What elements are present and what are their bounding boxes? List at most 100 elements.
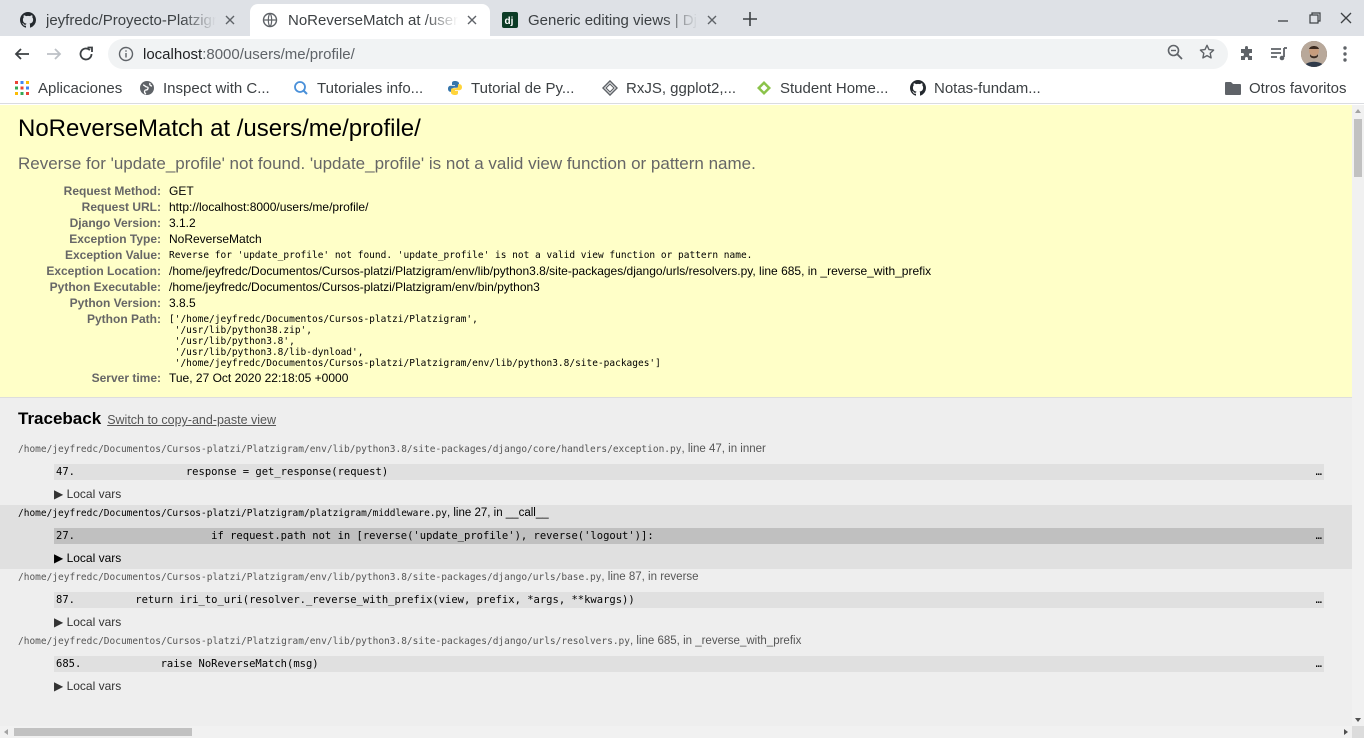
scrollbar-corner — [1352, 726, 1364, 738]
expand-context-ellipsis[interactable]: … — [1316, 658, 1324, 670]
traceback-header: Traceback Switch to copy-and-paste view — [18, 409, 1334, 429]
bookmark-notas[interactable]: Notas-fundam... — [910, 76, 1041, 100]
frame-file: /home/jeyfredc/Documentos/Cursos-platzi/… — [18, 572, 602, 583]
info-icon[interactable] — [118, 46, 134, 62]
local-vars-toggle[interactable]: ▶ Local vars — [54, 480, 1334, 505]
zoom-icon[interactable] — [1165, 42, 1185, 62]
bookmark-other-favorites[interactable]: Otros favoritos — [1225, 76, 1347, 100]
line-number: 87. — [56, 594, 75, 606]
arrow-left-icon — [14, 48, 29, 60]
new-tab-button[interactable] — [738, 7, 762, 31]
tab-title: jeyfredc/Proyecto-Platzigram — [46, 11, 216, 29]
address-bar[interactable]: localhost:8000/users/me/profile/ — [108, 39, 1228, 69]
triangle-right-icon: ▶ — [54, 551, 67, 565]
python-path-value: ['/home/jeyfredc/Documentos/Cursos-platz… — [169, 314, 661, 369]
meta-label: Exception Location: — [46, 264, 161, 278]
traceback-frame: /home/jeyfredc/Documentos/Cursos-platzi/… — [0, 633, 1352, 697]
frame-location: /home/jeyfredc/Documentos/Cursos-platzi/… — [18, 505, 1334, 523]
bookmark-rxjs[interactable]: RxJS, ggplot2,... — [602, 76, 736, 100]
meta-row: Request URL: http://localhost:8000/users/… — [19, 199, 931, 215]
context-line[interactable]: 685. raise NoReverseMatch(msg)… — [54, 656, 1324, 672]
bookmark-aplicaciones[interactable]: Aplicaciones — [14, 76, 122, 100]
page-title: NoReverseMatch at /users/me/profile/ — [18, 115, 421, 142]
forward-button[interactable] — [40, 40, 68, 68]
github-icon — [20, 12, 36, 28]
traceback-section: Traceback Switch to copy-and-paste view … — [0, 398, 1352, 717]
expand-context-ellipsis[interactable]: … — [1316, 530, 1324, 542]
meta-value: http://localhost:8000/users/me/profile/ — [169, 200, 369, 214]
bookmark-label: Notas-fundam... — [934, 79, 1041, 97]
reload-icon — [79, 46, 93, 61]
frame-where: , line 27, in __call__ — [446, 507, 549, 519]
bookmark-inspect[interactable]: Inspect with C... — [139, 76, 270, 100]
globe-icon — [262, 12, 278, 28]
local-vars-label: Local vars — [66, 487, 122, 501]
request-meta-table: Request Method: GET Request URL: http://lo… — [19, 183, 931, 386]
page-viewport[interactable]: NoReverseMatch at /users/me/profile/ Rev… — [0, 105, 1352, 726]
tab-strip: jeyfredc/Proyecto-Platzigram NoReverseMa… — [0, 0, 1364, 36]
scroll-right-arrow-icon[interactable] — [1344, 729, 1348, 735]
traceback-frame-user: /home/jeyfredc/Documentos/Cursos-platzi/… — [0, 505, 1352, 569]
maximize-button[interactable] — [1303, 6, 1327, 30]
scroll-left-arrow-icon[interactable] — [4, 729, 8, 735]
traceback-frame: /home/jeyfredc/Documentos/Cursos-platzi/… — [0, 569, 1352, 633]
local-vars-toggle[interactable]: ▶ Local vars — [54, 544, 1334, 569]
bookmark-label: Aplicaciones — [38, 79, 123, 97]
back-button[interactable] — [8, 40, 36, 68]
switch-view-link[interactable]: Switch to copy-and-paste view — [107, 413, 276, 427]
tab-django-docs[interactable]: dj Generic editing views | Django — [490, 4, 730, 36]
bookmark-label: Otros favoritos — [1249, 79, 1347, 97]
reload-button[interactable] — [72, 40, 100, 68]
expand-context-ellipsis[interactable]: … — [1316, 594, 1324, 606]
meta-value: /home/jeyfredc/Documentos/Cursos-platzi/… — [169, 280, 540, 294]
meta-row: Python Path: ['/home/jeyfredc/Documentos/… — [19, 311, 931, 370]
context-line[interactable]: 87. return iri_to_uri(resolver._reverse_… — [54, 592, 1324, 608]
traceback-frame: /home/jeyfredc/Documentos/Cursos-platzi/… — [0, 441, 1352, 505]
line-number: 27. — [56, 530, 75, 542]
expand-context-ellipsis[interactable]: … — [1316, 466, 1324, 478]
local-vars-toggle[interactable]: ▶ Local vars — [54, 608, 1334, 633]
meta-value: /home/jeyfredc/Documentos/Cursos-platzi/… — [169, 264, 932, 278]
close-icon[interactable] — [464, 12, 480, 28]
menu-kebab-icon[interactable] — [1335, 44, 1355, 64]
bookmark-tutorial-python[interactable]: Tutorial de Py... — [447, 76, 574, 100]
frame-file: /home/jeyfredc/Documentos/Cursos-platzi/… — [18, 444, 682, 455]
avatar[interactable] — [1301, 41, 1327, 67]
arrow-right-icon — [47, 48, 62, 60]
close-icon[interactable] — [704, 12, 720, 28]
context-line[interactable]: 47. response = get_response(request)… — [54, 464, 1324, 480]
apps-grid-icon — [14, 80, 30, 96]
local-vars-toggle[interactable]: ▶ Local vars — [54, 672, 1334, 697]
bookmark-student-home[interactable]: Student Home... — [756, 76, 888, 100]
extensions-icon[interactable] — [1237, 44, 1257, 64]
django-icon: dj — [502, 12, 518, 28]
horizontal-scrollbar[interactable] — [0, 726, 1352, 738]
star-icon[interactable] — [1197, 42, 1217, 62]
close-icon[interactable] — [222, 12, 238, 28]
tab-noreversematch[interactable]: NoReverseMatch at /users/me/profile/ — [250, 4, 490, 36]
bookmarks-bar: Aplicaciones Inspect with C... Tutoriale… — [0, 72, 1364, 104]
minimize-button[interactable] — [1271, 6, 1295, 30]
url-path: :8000/users/me/profile/ — [202, 45, 355, 63]
meta-row: Python Executable: /home/jeyfredc/Documen… — [19, 279, 931, 295]
meta-value: GET — [169, 184, 194, 198]
scroll-up-arrow-icon[interactable] — [1355, 109, 1361, 113]
tab-github[interactable]: jeyfredc/Proyecto-Platzigram — [8, 4, 248, 36]
frame-location: /home/jeyfredc/Documentos/Cursos-platzi/… — [18, 569, 1334, 587]
meta-label: Python Version: — [69, 296, 161, 310]
meta-value: 3.1.2 — [169, 216, 196, 230]
bookmark-tutoriales[interactable]: Tutoriales info... — [293, 76, 423, 100]
scroll-down-arrow-icon[interactable] — [1355, 718, 1361, 722]
vertical-scrollbar[interactable] — [1352, 105, 1364, 726]
local-vars-label: Local vars — [66, 615, 122, 629]
close-icon — [1340, 12, 1352, 24]
scrollbar-thumb[interactable] — [14, 728, 192, 736]
context-line[interactable]: 27. if request.path not in [reverse('upd… — [54, 528, 1324, 544]
meta-row: Request Method: GET — [19, 183, 931, 199]
close-window-button[interactable] — [1334, 6, 1358, 30]
scrollbar-thumb[interactable] — [1354, 119, 1362, 177]
meta-label: Request URL: — [81, 200, 161, 214]
meta-label: Exception Type: — [69, 232, 161, 246]
media-queue-icon[interactable] — [1269, 44, 1289, 64]
meta-label: Python Path: — [87, 312, 161, 326]
